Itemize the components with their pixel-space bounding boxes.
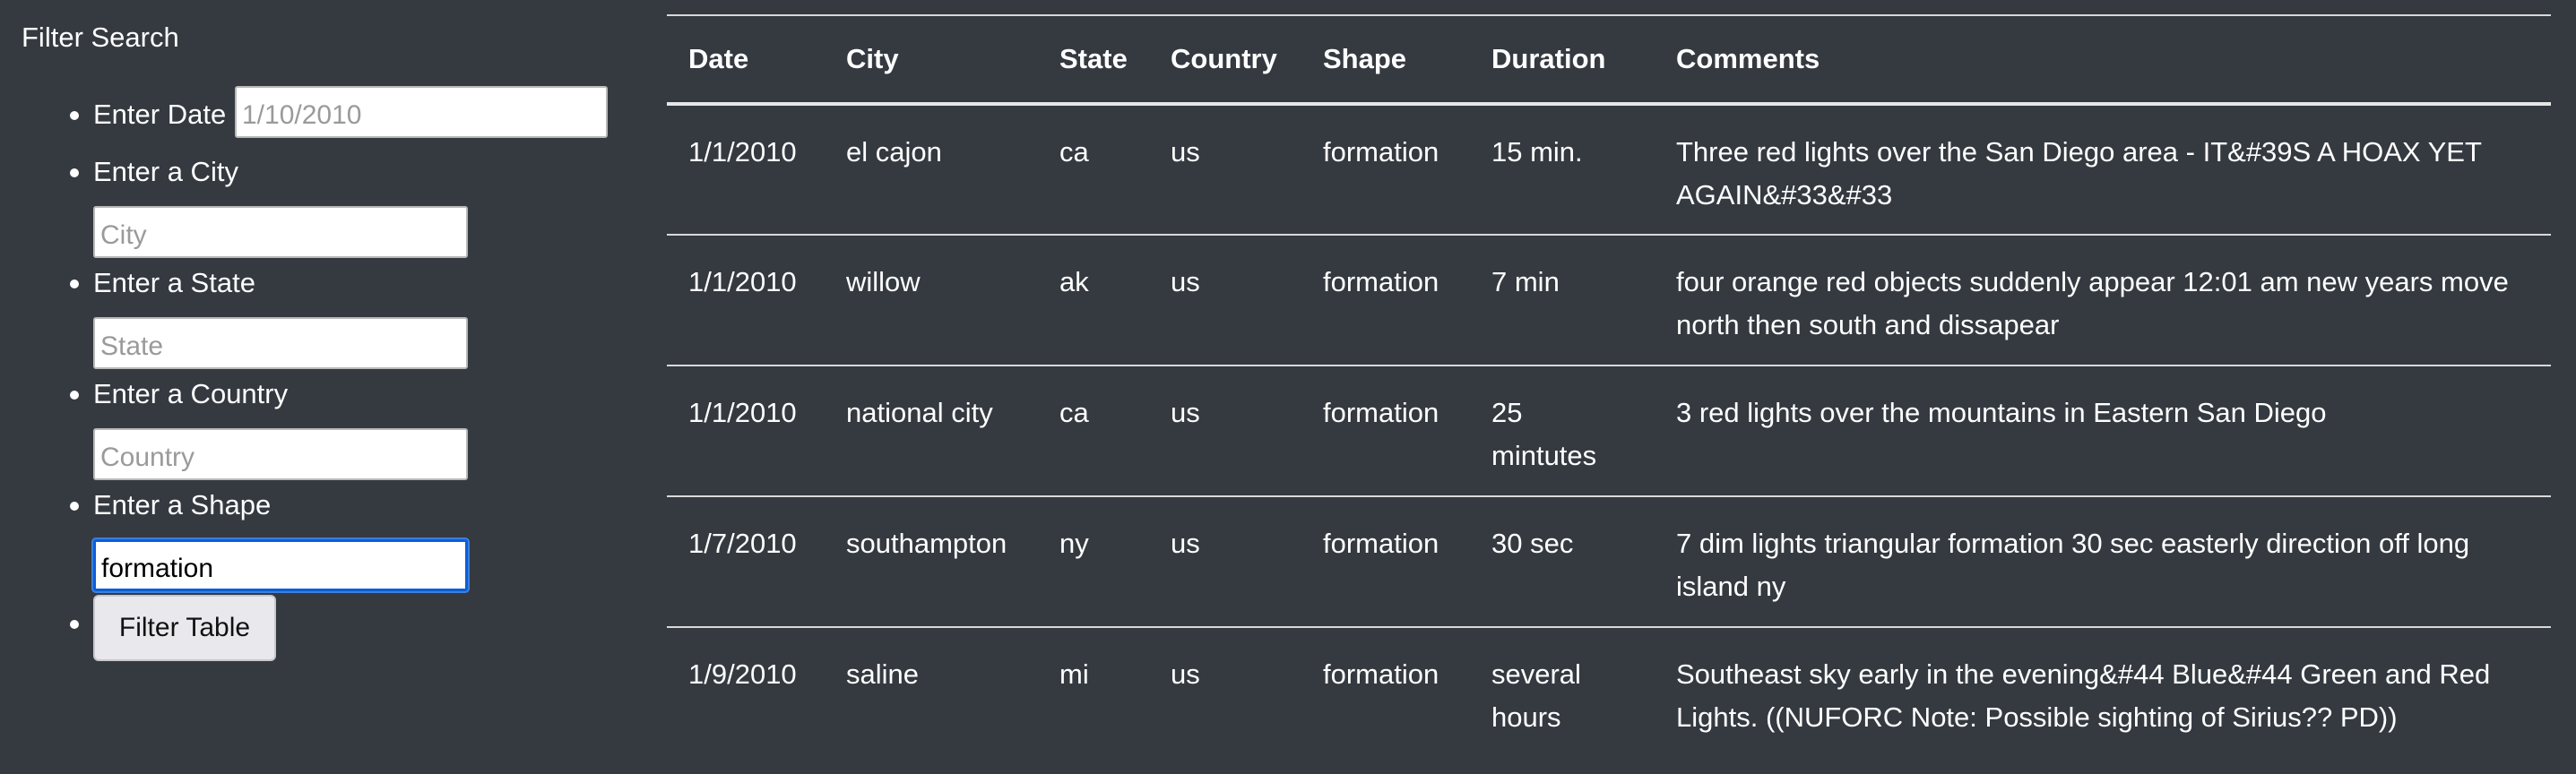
list-bullet bbox=[70, 391, 79, 400]
cell-country: us bbox=[1171, 658, 1200, 690]
cell-city: saline bbox=[846, 658, 919, 690]
column-header-state: State bbox=[1059, 43, 1128, 74]
cell-country: us bbox=[1171, 266, 1200, 297]
cell-state: ca bbox=[1059, 136, 1089, 168]
cell-city: national city bbox=[846, 397, 993, 428]
column-header-city: City bbox=[846, 43, 899, 74]
list-bullet bbox=[70, 502, 79, 511]
cell-state: ny bbox=[1059, 528, 1089, 559]
cell-duration: several hours bbox=[1491, 658, 1581, 733]
cell-shape: formation bbox=[1323, 397, 1439, 428]
cell-city: el cajon bbox=[846, 136, 942, 168]
cell-comments: 3 red lights over the mountains in Easte… bbox=[1676, 397, 2327, 428]
cell-date: 1/1/2010 bbox=[688, 136, 797, 168]
table-row: 1/1/2010 national city ca us formation 2… bbox=[667, 366, 2551, 496]
cell-duration: 15 min. bbox=[1491, 136, 1583, 168]
city-label: Enter a City bbox=[93, 156, 238, 187]
list-bullet bbox=[70, 111, 79, 120]
cell-state: ak bbox=[1059, 266, 1089, 297]
cell-date: 1/1/2010 bbox=[688, 397, 797, 428]
ufo-sightings-table: Date City State Country Shape Duration C… bbox=[667, 14, 2551, 758]
table-row: 1/1/2010 willow ak us formation 7 min fo… bbox=[667, 235, 2551, 366]
column-header-country: Country bbox=[1171, 43, 1277, 74]
column-header-comments: Comments bbox=[1676, 43, 1820, 74]
list-bullet bbox=[70, 280, 79, 288]
cell-comments: Three red lights over the San Diego area… bbox=[1676, 136, 2482, 211]
state-label: Enter a State bbox=[93, 267, 255, 298]
ufo-table-container: Date City State Country Shape Duration C… bbox=[667, 14, 2551, 758]
cell-country: us bbox=[1171, 528, 1200, 559]
cell-shape: formation bbox=[1323, 658, 1439, 690]
state-input[interactable] bbox=[93, 317, 468, 369]
cell-comments: 7 dim lights triangular formation 30 sec… bbox=[1676, 528, 2470, 602]
cell-comments: four orange red objects suddenly appear … bbox=[1676, 266, 2509, 340]
cell-date: 1/1/2010 bbox=[688, 266, 797, 297]
cell-country: us bbox=[1171, 136, 1200, 168]
list-bullet bbox=[70, 620, 79, 629]
cell-country: us bbox=[1171, 397, 1200, 428]
cell-shape: formation bbox=[1323, 136, 1439, 168]
cell-duration: 7 min bbox=[1491, 266, 1560, 297]
cell-city: willow bbox=[846, 266, 921, 297]
column-header-shape: Shape bbox=[1323, 43, 1407, 74]
table-row: 1/7/2010 southampton ny us formation 30 … bbox=[667, 496, 2551, 627]
cell-date: 1/9/2010 bbox=[688, 658, 797, 690]
column-header-duration: Duration bbox=[1491, 43, 1606, 74]
cell-duration: 30 sec bbox=[1491, 528, 1574, 559]
cell-comments: Southeast sky early in the evening&#44 B… bbox=[1676, 658, 2491, 733]
city-input[interactable] bbox=[93, 206, 468, 258]
country-input[interactable] bbox=[93, 428, 468, 480]
table-row: 1/1/2010 el cajon ca us formation 15 min… bbox=[667, 104, 2551, 235]
filter-table-button[interactable]: Filter Table bbox=[93, 595, 276, 661]
date-input[interactable] bbox=[235, 86, 608, 138]
table-header-row: Date City State Country Shape Duration C… bbox=[667, 15, 2551, 104]
country-label: Enter a Country bbox=[93, 378, 289, 409]
shape-input[interactable] bbox=[93, 539, 468, 591]
cell-shape: formation bbox=[1323, 266, 1439, 297]
date-label: Enter Date bbox=[93, 99, 227, 130]
cell-date: 1/7/2010 bbox=[688, 528, 797, 559]
cell-state: mi bbox=[1059, 658, 1089, 690]
cell-shape: formation bbox=[1323, 528, 1439, 559]
table-row: 1/9/2010 saline mi us formation several … bbox=[667, 627, 2551, 758]
shape-label: Enter a Shape bbox=[93, 489, 272, 520]
list-bullet bbox=[70, 168, 79, 177]
cell-city: southampton bbox=[846, 528, 1007, 559]
cell-state: ca bbox=[1059, 397, 1089, 428]
filter-search-title: Filter Search bbox=[22, 22, 179, 53]
column-header-date: Date bbox=[688, 43, 749, 74]
cell-duration: 25 mintutes bbox=[1491, 397, 1597, 471]
